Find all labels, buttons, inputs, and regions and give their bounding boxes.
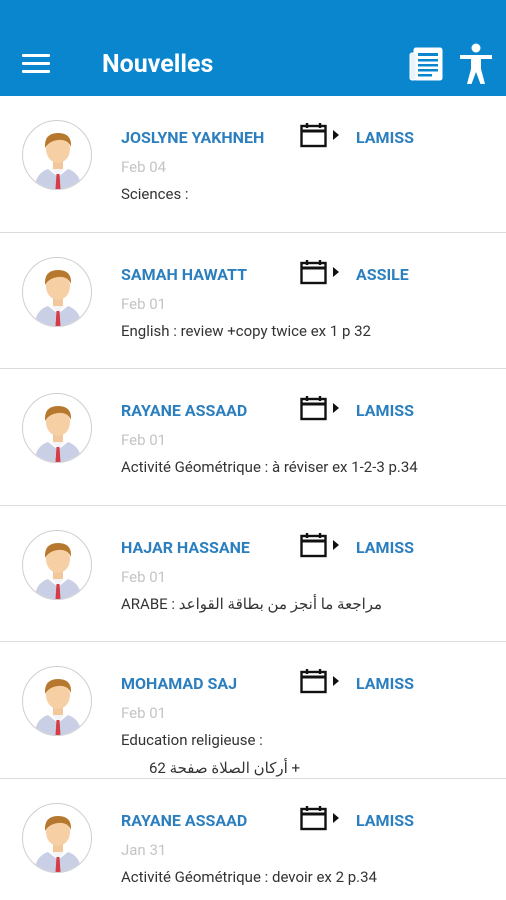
sender-name: MOHAMAD SAJ	[121, 674, 238, 693]
app-bar: Nouvelles	[0, 0, 506, 96]
menu-button[interactable]	[20, 50, 54, 76]
news-item[interactable]: RAYANE ASSAAD LAMISS Feb 01 Activité Géo…	[0, 369, 506, 506]
class-name: LAMISS	[356, 128, 414, 147]
calendar-icon	[300, 259, 339, 284]
message-line: English : review +copy twice ex 1 p 32	[121, 321, 371, 340]
avatar	[22, 393, 92, 463]
message-line: Activité Géométrique : devoir ex 2 p.34	[121, 867, 377, 886]
page-title: Nouvelles	[102, 50, 214, 79]
accessibility-icon	[460, 43, 492, 84]
avatar	[22, 256, 92, 327]
news-item[interactable]: RAYANE ASSAAD LAMISS Jan 31 Activité Géo…	[0, 778, 506, 900]
sender-name: RAYANE ASSAAD	[121, 401, 248, 420]
calendar-icon	[300, 396, 339, 421]
news-item[interactable]: SAMAH HAWATT ASSILE Feb 01 English : rev…	[0, 232, 506, 369]
post-date: Feb 01	[121, 431, 167, 449]
message-line: Education religieuse :	[121, 731, 263, 749]
news-feed: JOSLYNE YAKHNEH LAMISS Feb 04 Sciences :…	[0, 96, 506, 900]
sender-name: SAMAH HAWATT	[121, 264, 247, 284]
news-button[interactable]	[406, 44, 446, 84]
post-date: Jan 31	[121, 840, 167, 859]
avatar	[22, 120, 92, 190]
post-date: Feb 01	[121, 704, 167, 722]
news-item[interactable]: MOHAMAD SAJ LAMISS Feb 01 Education reli…	[0, 642, 506, 779]
calendar-icon	[300, 123, 339, 148]
post-date: Feb 01	[121, 294, 167, 313]
avatar	[22, 666, 92, 736]
post-date: Feb 04	[121, 158, 167, 176]
menu-icon	[22, 54, 50, 57]
message-line: ARABE : مراجعة ما أنجز من بطاقة القواعد	[121, 594, 383, 613]
class-name: LAMISS	[356, 401, 414, 420]
avatar	[22, 529, 92, 600]
calendar-icon	[300, 669, 339, 694]
sender-name: HAJAR HASSANE	[121, 537, 250, 557]
class-name: LAMISS	[356, 810, 414, 830]
calendar-icon	[300, 532, 339, 557]
accessibility-button[interactable]	[456, 42, 496, 86]
calendar-icon	[300, 805, 339, 830]
news-item[interactable]: HAJAR HASSANE LAMISS Feb 01 ARABE : مراج…	[0, 505, 506, 642]
sender-name: RAYANE ASSAAD	[121, 810, 248, 830]
avatar	[22, 802, 92, 873]
news-item[interactable]: JOSLYNE YAKHNEH LAMISS Feb 04 Sciences :	[0, 96, 506, 233]
message-line: Sciences :	[121, 185, 189, 203]
newspaper-icon	[409, 47, 443, 81]
class-name: LAMISS	[356, 537, 414, 557]
message-line: Activité Géométrique : à réviser ex 1-2-…	[121, 458, 418, 476]
post-date: Feb 01	[121, 567, 167, 586]
class-name: ASSILE	[356, 264, 409, 284]
menu-icon	[22, 70, 50, 73]
sender-name: JOSLYNE YAKHNEH	[121, 128, 265, 147]
class-name: LAMISS	[356, 674, 414, 693]
menu-icon	[22, 62, 50, 65]
